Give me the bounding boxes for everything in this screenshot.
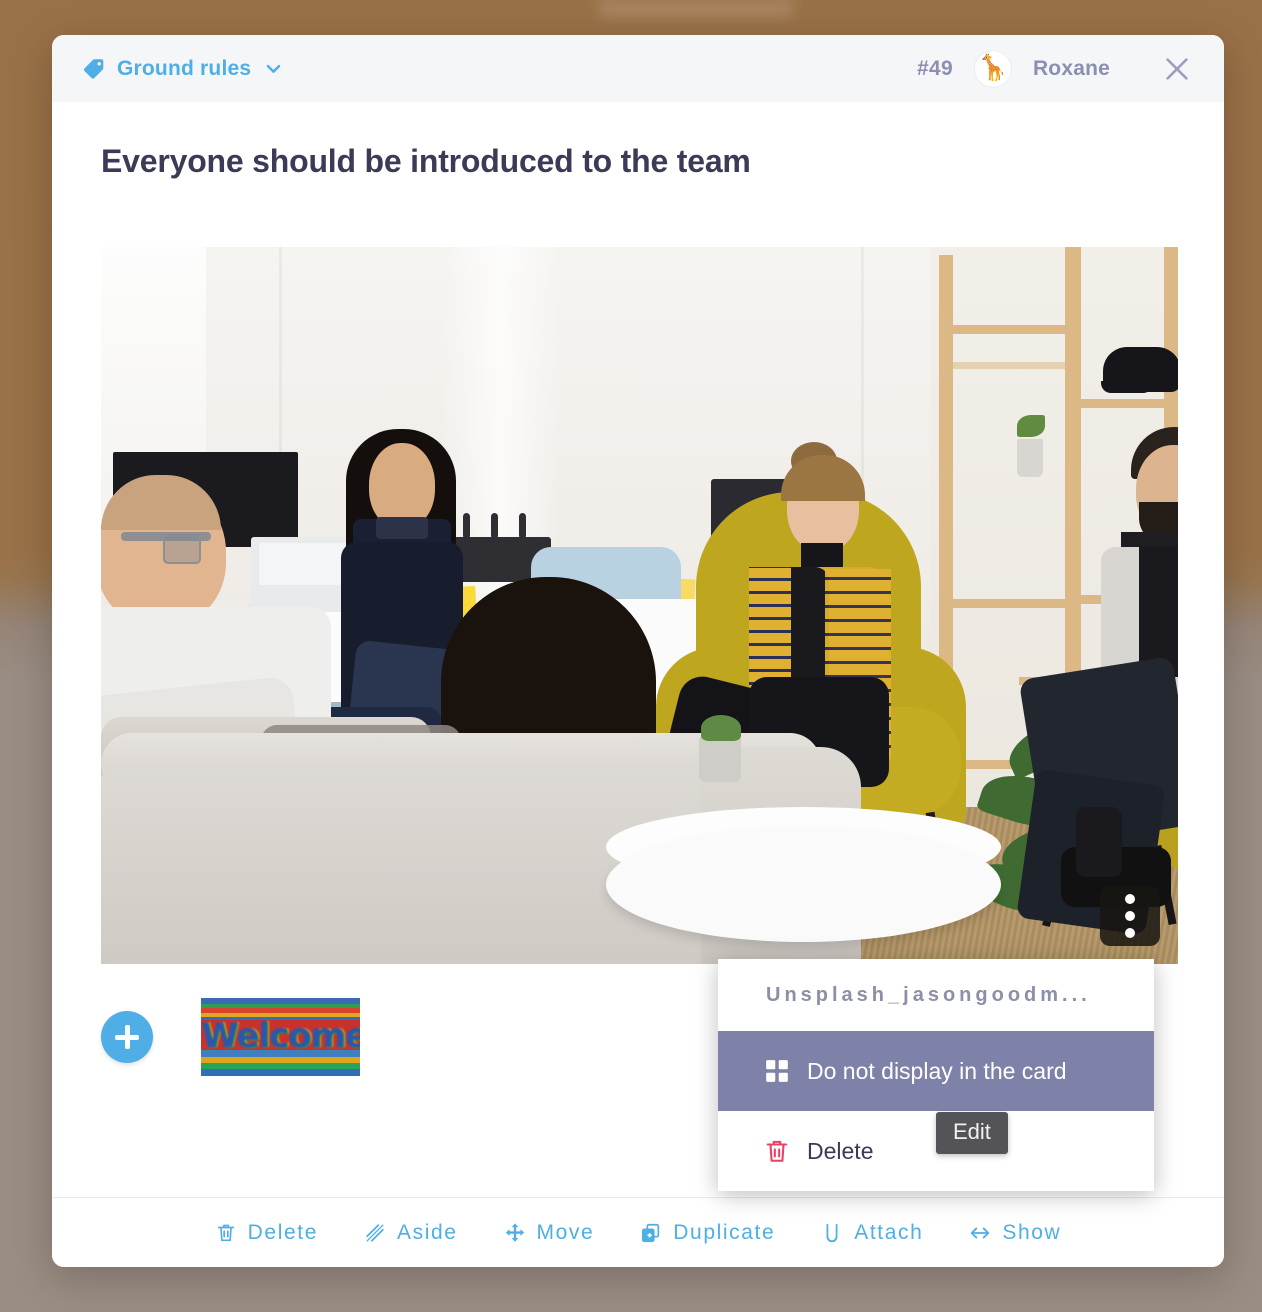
close-icon[interactable] xyxy=(1160,52,1194,86)
move-label: Move xyxy=(536,1220,595,1244)
add-attachment-button[interactable] xyxy=(101,1011,153,1063)
photo-laptop-stickers xyxy=(259,543,347,585)
duplicate-button[interactable]: Duplicate xyxy=(617,1221,798,1245)
show-label: Show xyxy=(1002,1220,1062,1244)
tag-selector[interactable]: Ground rules xyxy=(82,57,283,81)
aside-button[interactable]: Aside xyxy=(341,1221,481,1245)
plus-icon xyxy=(115,1025,139,1049)
attach-icon xyxy=(821,1222,843,1244)
move-icon xyxy=(504,1222,526,1244)
context-menu-filename: Unsplash_jasongoodm... xyxy=(766,984,1091,1006)
duplicate-icon xyxy=(640,1222,662,1244)
edit-tooltip: Edit xyxy=(936,1112,1008,1154)
aside-icon xyxy=(364,1222,386,1244)
tag-icon xyxy=(82,57,106,81)
avatar[interactable]: 🦒 xyxy=(974,50,1011,87)
header-right: #49 🦒 Roxane xyxy=(916,50,1194,87)
backdrop-highlight xyxy=(598,0,794,18)
grid-icon xyxy=(764,1058,790,1084)
aside-label: Aside xyxy=(396,1220,458,1244)
trash-icon xyxy=(215,1222,237,1244)
attachment-context-menu: Unsplash_jasongoodm... Do not display in… xyxy=(718,959,1154,1191)
duplicate-label: Duplicate xyxy=(673,1220,776,1244)
delete-button[interactable]: Delete xyxy=(192,1221,341,1245)
context-menu-item-label: Do not display in the card xyxy=(807,1057,1067,1084)
show-icon xyxy=(969,1222,991,1244)
photo-plant-pot xyxy=(699,737,741,782)
page-title[interactable]: Everyone should be introduced to the tea… xyxy=(52,102,1224,180)
attach-button[interactable]: Attach xyxy=(798,1221,946,1245)
photo-more-menu-button[interactable] xyxy=(1100,886,1160,946)
attachment-thumbnail[interactable]: Welcome xyxy=(201,998,360,1076)
context-menu-item-label: Delete xyxy=(807,1137,874,1164)
trash-icon xyxy=(764,1137,790,1165)
modal-header: Ground rules #49 🦒 Roxane xyxy=(52,35,1224,102)
move-button[interactable]: Move xyxy=(481,1221,618,1245)
chevron-down-icon[interactable] xyxy=(262,59,283,78)
card-cover-photo[interactable] xyxy=(101,247,1178,964)
tag-label: Ground rules xyxy=(117,56,252,80)
delete-label: Delete xyxy=(247,1220,318,1244)
card-detail-modal: Ground rules #49 🦒 Roxane Everyone shoul… xyxy=(52,35,1224,1267)
photo-coffee-table-top xyxy=(606,827,1001,942)
context-menu-item-do-not-display[interactable]: Do not display in the card xyxy=(718,1031,1154,1111)
more-vertical-icon xyxy=(1125,894,1135,904)
attach-label: Attach xyxy=(854,1220,924,1244)
attachment-thumbnail-label: Welcome xyxy=(201,1016,360,1056)
action-toolbar: Delete Aside Move Duplicate Attach Show xyxy=(52,1197,1224,1267)
user-name: Roxane xyxy=(1032,56,1110,80)
card-number: #49 xyxy=(916,56,953,80)
show-button[interactable]: Show xyxy=(946,1221,1084,1245)
